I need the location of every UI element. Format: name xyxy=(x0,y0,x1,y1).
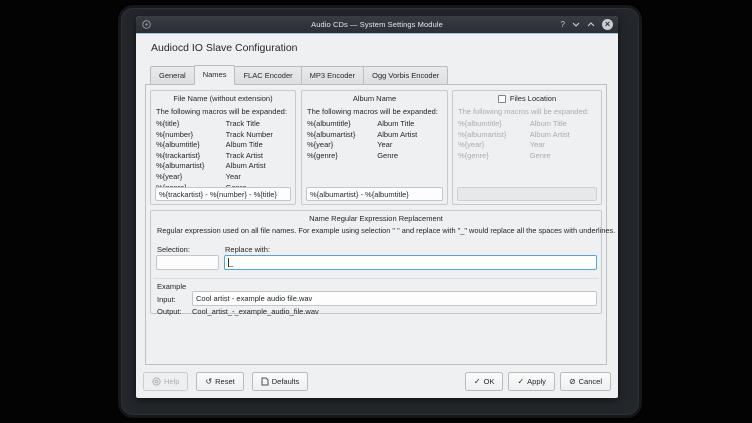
cancel-button[interactable]: ⊘ Cancel xyxy=(560,372,611,391)
replace-with-label: Replace with: xyxy=(225,245,270,254)
audiocd-app-icon xyxy=(142,20,151,29)
titlebar-accent-line xyxy=(136,33,618,34)
titlebar[interactable]: Audio CDs — System Settings Module ? × xyxy=(136,16,618,33)
example-separator xyxy=(153,278,599,279)
cancel-icon: ⊘ xyxy=(569,378,576,386)
files-location-group-title: Files Location xyxy=(510,94,556,104)
maximize-button[interactable] xyxy=(587,22,595,27)
regex-description: Regular expression used on all file name… xyxy=(157,226,615,235)
macro-row: %{albumtitle}Album Title xyxy=(156,140,290,151)
footer-right-buttons: ✓ OK ✓ Apply ⊘ Cancel xyxy=(465,372,611,391)
example-label: Example xyxy=(157,282,186,291)
files-location-group: Files Location The following macros will… xyxy=(452,90,602,205)
close-button[interactable]: × xyxy=(602,19,613,30)
album-name-group-title: Album Name xyxy=(307,94,442,104)
macro-row: %{trackartist}Track Artist xyxy=(156,151,290,162)
help-icon xyxy=(152,377,161,386)
macro-row: %{albumartist}Album Artist xyxy=(458,130,596,141)
macro-row: %{genre}Genre xyxy=(458,151,596,162)
macro-row: %{albumtitle}Album Title xyxy=(307,119,442,130)
album-name-group: Album Name The following macros will be … xyxy=(301,90,448,205)
example-output-label: Output: xyxy=(157,307,182,316)
undo-icon: ↺ xyxy=(205,378,212,386)
window-title: Audio CDs — System Settings Module xyxy=(136,20,618,29)
replace-with-input[interactable]: _ xyxy=(224,255,597,270)
document-icon xyxy=(261,377,269,386)
macros-intro: The following macros will be expanded: xyxy=(458,107,596,117)
macros-intro: The following macros will be expanded: xyxy=(307,107,442,117)
page-title: Audiocd IO Slave Configuration xyxy=(151,42,298,54)
tab-bar: General Names FLAC Encoder MP3 Encoder O… xyxy=(150,65,448,85)
macro-row: %{genre}Genre xyxy=(307,151,442,162)
file-name-group-title: File Name (without extension) xyxy=(156,94,290,104)
tab-ogg-vorbis-encoder[interactable]: Ogg Vorbis Encoder xyxy=(363,66,448,85)
regex-group-title: Name Regular Expression Replacement xyxy=(151,214,601,224)
macro-row: %{number}Track Number xyxy=(156,130,290,141)
context-help-button[interactable]: ? xyxy=(561,16,565,33)
tab-mp3-encoder[interactable]: MP3 Encoder xyxy=(301,66,364,85)
macros-intro: The following macros will be expanded: xyxy=(156,107,290,117)
apply-button[interactable]: ✓ Apply xyxy=(508,372,554,391)
macro-row: %{albumtitle}Album Title xyxy=(458,119,596,130)
footer-left-buttons: Help ↺ Reset Defaults xyxy=(143,372,308,391)
album-name-pattern-input[interactable] xyxy=(306,187,443,201)
regex-replacement-group: Name Regular Expression Replacement Regu… xyxy=(150,210,602,314)
selection-label: Selection: xyxy=(157,245,190,254)
tab-names[interactable]: Names xyxy=(194,65,236,85)
files-location-checkbox[interactable] xyxy=(498,95,506,103)
macro-row: %{albumartist}Album Artist xyxy=(307,130,442,141)
example-output-value: Cool_artist_-_example_audio_file.wav xyxy=(192,307,319,316)
macro-row: %{year}Year xyxy=(156,172,290,183)
checkmark-icon: ✓ xyxy=(517,378,524,386)
example-input-label: Input: xyxy=(157,295,176,304)
help-button[interactable]: Help xyxy=(143,372,188,391)
files-location-input xyxy=(457,187,597,201)
monitor-bezel: Audio CDs — System Settings Module ? × A… xyxy=(118,5,642,418)
names-tab-panel: File Name (without extension) The follow… xyxy=(145,84,607,365)
window-controls: ? × xyxy=(561,16,613,33)
macro-row: %{title}Track Title xyxy=(156,119,290,130)
file-name-pattern-input[interactable] xyxy=(155,187,291,201)
tab-general[interactable]: General xyxy=(150,66,195,85)
reset-button[interactable]: ↺ Reset xyxy=(196,372,243,391)
tab-flac-encoder[interactable]: FLAC Encoder xyxy=(234,66,301,85)
checkmark-icon: ✓ xyxy=(474,378,481,386)
macro-row: %{albumartist}Album Artist xyxy=(156,161,290,172)
file-name-group: File Name (without extension) The follow… xyxy=(150,90,296,205)
defaults-button[interactable]: Defaults xyxy=(252,372,309,391)
macro-row: %{year}Year xyxy=(458,140,596,151)
selection-input[interactable] xyxy=(156,255,219,270)
ok-button[interactable]: ✓ OK xyxy=(465,372,504,391)
minimize-button[interactable] xyxy=(572,22,580,27)
example-input[interactable] xyxy=(192,291,597,306)
settings-window: Audio CDs — System Settings Module ? × A… xyxy=(136,16,618,398)
macro-row: %{year}Year xyxy=(307,140,442,151)
